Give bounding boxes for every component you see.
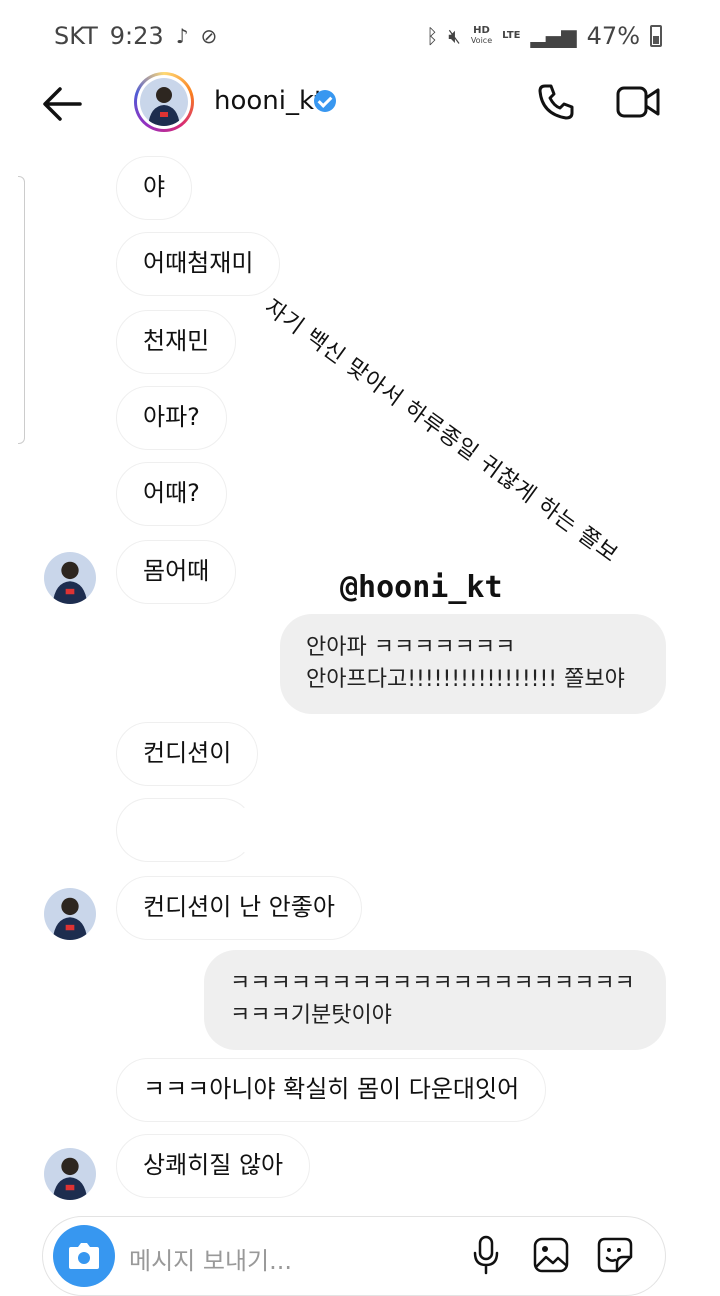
video-call-button[interactable]	[616, 84, 660, 120]
incoming-message[interactable]: 어때?	[116, 462, 227, 526]
video-camera-icon	[616, 86, 660, 118]
sender-avatar[interactable]	[44, 1148, 96, 1200]
incoming-message[interactable]: 어때첨재미	[116, 232, 281, 296]
microphone-icon	[473, 1235, 499, 1275]
mention-tag[interactable]: @hooni_kt	[340, 570, 503, 605]
sticker-icon	[597, 1237, 633, 1273]
outgoing-message[interactable]: ㅋㅋㅋㅋㅋㅋㅋㅋㅋㅋㅋㅋㅋㅋㅋㅋㅋㅋㅋㅋ ㅋㅋㅋ기분탓이야	[204, 950, 666, 1050]
signal-icon: ▂▄▆	[530, 24, 577, 48]
back-button[interactable]	[40, 84, 84, 124]
battery-percent: 47%	[586, 22, 640, 50]
status-bar: SKT 9:23 ♪ ⊘ ᛒ 🔇︎ HD Voice LTE ▂▄▆ 47%	[0, 0, 720, 72]
incoming-message[interactable]: 천재민	[116, 310, 237, 374]
incoming-message[interactable]: 아파?	[116, 386, 227, 450]
sender-avatar[interactable]	[44, 552, 96, 604]
sound-icon: ♪	[175, 24, 189, 48]
story-edge-indicator	[18, 176, 25, 444]
profile-avatar[interactable]	[134, 72, 194, 132]
voice-message-button[interactable]	[471, 1235, 501, 1275]
sticker-button[interactable]	[597, 1237, 633, 1273]
message-line: ㅋㅋㅋ기분탓이야	[230, 1003, 392, 1028]
incoming-message[interactable]: 컨디션이	[116, 722, 259, 786]
incoming-message[interactable]: 상쾌히질 않아	[116, 1134, 311, 1198]
clock: 9:23	[109, 22, 164, 50]
avatar-image	[140, 78, 188, 126]
no-sync-icon: ⊘	[200, 24, 218, 48]
message-line: 안아파 ㅋㅋㅋㅋㅋㅋㅋ	[306, 635, 516, 660]
carrier-label: SKT	[54, 22, 98, 50]
message-composer: 메시지 보내기...	[42, 1216, 666, 1296]
back-arrow-icon	[43, 87, 82, 121]
image-icon	[533, 1237, 569, 1273]
message-line: 안아프다고!!!!!!!!!!!!!!!!! 쫄보야	[306, 667, 625, 692]
voice-call-button[interactable]	[536, 82, 576, 122]
mute-icon: 🔇︎	[448, 24, 461, 48]
bluetooth-icon: ᛒ	[426, 24, 439, 48]
incoming-message[interactable]: ㅋㅋㅋ아니야 확실히 몸이 다운대잇어	[116, 1058, 547, 1122]
gallery-button[interactable]	[533, 1237, 569, 1273]
sender-avatar[interactable]	[44, 888, 96, 940]
chat-username[interactable]: hooni_kt	[214, 86, 324, 116]
outgoing-message[interactable]: 안아파 ㅋㅋㅋㅋㅋㅋㅋ 안아프다고!!!!!!!!!!!!!!!!! 쫄보야	[280, 614, 666, 714]
chat-header: hooni_kt	[0, 72, 720, 134]
incoming-message[interactable]: 야	[116, 156, 193, 220]
battery-icon	[650, 25, 662, 47]
hd-voice-indicator: HD Voice	[470, 25, 493, 46]
lte-indicator: LTE	[502, 30, 521, 41]
camera-button[interactable]	[53, 1225, 115, 1287]
incoming-message[interactable]: 몸어때	[116, 540, 237, 604]
incoming-message[interactable]: 컨디션이 난 안좋아	[116, 876, 362, 940]
camera-icon	[69, 1243, 99, 1269]
verified-badge-icon	[314, 90, 336, 112]
phone-icon	[538, 84, 574, 120]
message-input[interactable]: 메시지 보내기...	[129, 1241, 292, 1276]
mention-text: @hooni_kt	[340, 570, 503, 605]
message-line: ㅋㅋㅋㅋㅋㅋㅋㅋㅋㅋㅋㅋㅋㅋㅋㅋㅋㅋㅋㅋ	[230, 971, 635, 996]
incoming-message-blank[interactable]	[116, 798, 254, 862]
story-caption-diagonal: 자기 백신 맞아서 하루종일 귀찮게 하는 쫄보	[259, 294, 623, 568]
